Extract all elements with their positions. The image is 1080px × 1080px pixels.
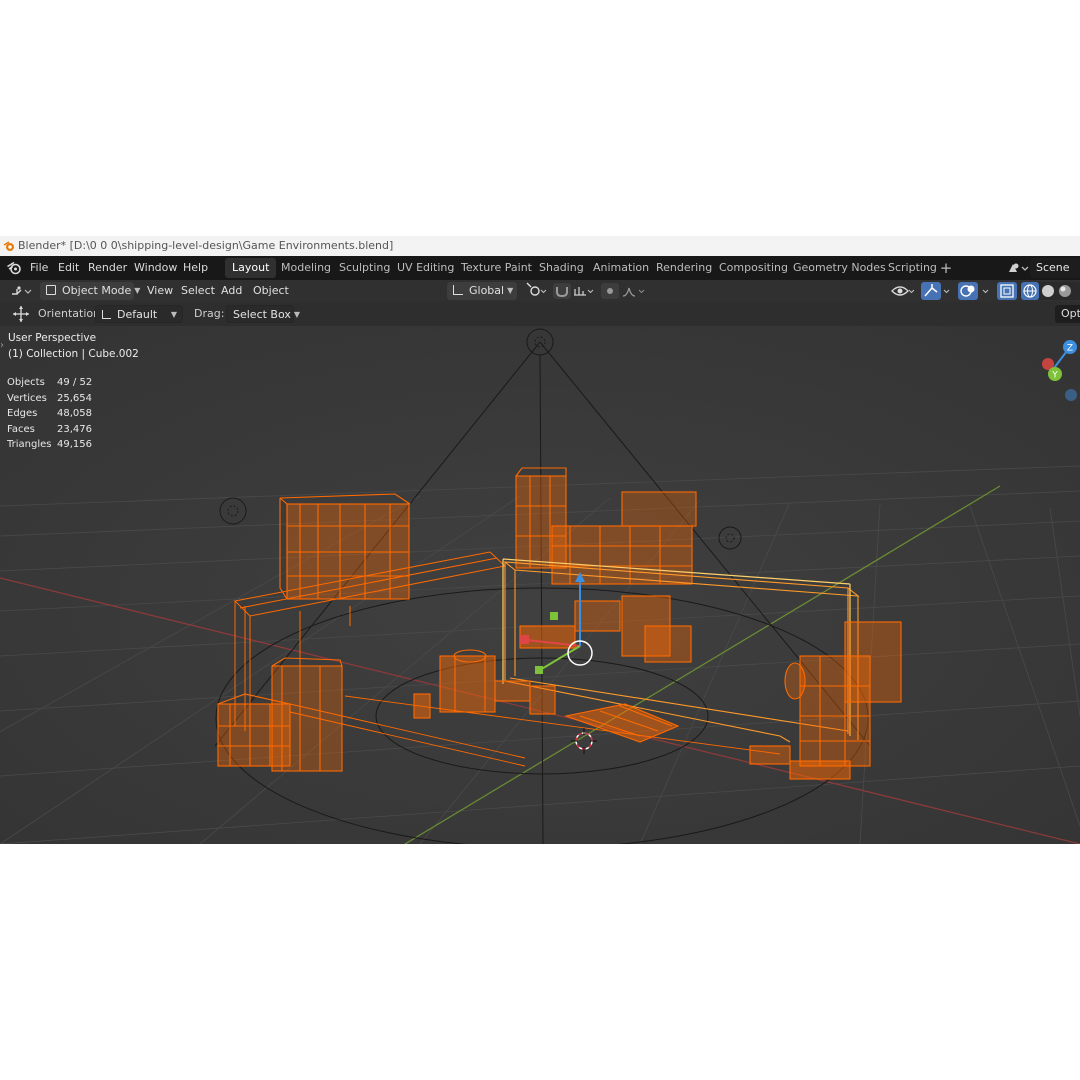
stat-faces: Faces 23,476 <box>7 423 92 435</box>
tab-uv-editing[interactable]: UV Editing <box>390 258 461 278</box>
tab-shading[interactable]: Shading <box>532 258 591 278</box>
top-bar: File Edit Render Window Help Layout Mode… <box>0 256 1080 280</box>
tab-layout[interactable]: Layout <box>225 258 277 278</box>
menu-view[interactable]: View <box>147 282 173 300</box>
orientation-label: Orientation: <box>38 307 104 320</box>
snapping-tools[interactable] <box>523 282 653 300</box>
chevron-down-icon: ▼ <box>507 286 514 295</box>
menu-select[interactable]: Select <box>181 282 215 300</box>
scene-name-field[interactable]: Scene <box>1030 258 1080 278</box>
orientation-label: Global <box>469 284 505 297</box>
material-preview-icon[interactable] <box>1059 285 1071 297</box>
stat-objects: Objects 49 / 52 <box>7 377 93 388</box>
orientation-default-icon <box>102 310 111 319</box>
visibility-eye-icon[interactable] <box>891 286 915 296</box>
tab-animation[interactable]: Animation <box>586 258 656 278</box>
chevron-down-icon: ▼ <box>293 310 301 319</box>
add-workspace-button[interactable]: + <box>938 258 954 278</box>
editor-type-icon <box>12 286 32 295</box>
pivot-icon[interactable] <box>526 282 547 296</box>
tab-sculpting[interactable]: Sculpting <box>332 258 397 278</box>
tab-geometry-nodes[interactable]: Geometry Nodes <box>786 258 893 278</box>
mode-label: Object Mode <box>62 284 132 297</box>
scene-icon[interactable] <box>1006 260 1030 276</box>
chevron-down-icon: ▼ <box>170 310 177 319</box>
proportional-editing-icon[interactable] <box>607 288 613 294</box>
snap-increment-icon[interactable] <box>574 287 594 296</box>
stat-vertices: Vertices 25,654 <box>7 392 92 404</box>
scene-canvas[interactable] <box>0 326 1080 844</box>
viewport-shading-controls[interactable] <box>888 282 1080 300</box>
menu-file[interactable]: File <box>30 256 48 280</box>
orientation-axes-icon <box>453 285 463 295</box>
drag-label: Drag: <box>194 307 225 320</box>
active-object-label: (1) Collection | Cube.002 <box>8 348 139 360</box>
transform-orientation-dropdown[interactable]: Global ▼ <box>447 282 517 300</box>
editor-type-button[interactable] <box>8 282 34 300</box>
tool-settings-bar: Orientation: Default ▼ Drag: Select Box ▼ … <box>0 302 1080 326</box>
toolbar-expand-icon[interactable]: › <box>0 340 4 351</box>
navigation-gizmo[interactable]: Z Y <box>1030 331 1080 406</box>
view-name: User Perspective <box>8 332 97 344</box>
viewport-header: Object Mode ▼ View Select Add Object Glob… <box>0 280 1080 302</box>
big-crate[interactable] <box>279 493 411 600</box>
stat-triangles: Triangles 49,156 <box>7 439 92 450</box>
orientation-value: Default <box>117 308 158 321</box>
drag-value: Select Box <box>233 308 291 321</box>
y-axis-label: Y <box>1051 371 1058 381</box>
tab-compositing[interactable]: Compositing <box>712 258 795 278</box>
z-axis-label: Z <box>1067 344 1073 354</box>
orientation-dropdown[interactable]: Default ▼ <box>95 305 183 323</box>
title-bar: Blender* [D:\0 0 0\shipping-level-design… <box>0 236 1080 256</box>
solid-shading-icon[interactable] <box>1042 285 1054 297</box>
object-mode-icon <box>46 285 56 295</box>
scene-statistics: Objects 49 / 52 Vertices 25,654 Edges 48,05… <box>7 375 92 453</box>
falloff-curve-icon[interactable] <box>622 287 645 297</box>
tab-scripting[interactable]: Scripting <box>881 258 944 278</box>
transform-tool-icon[interactable] <box>11 305 31 323</box>
chevron-down-icon: ▼ <box>134 286 141 295</box>
stat-edges: Edges 48,058 <box>7 408 92 419</box>
mode-dropdown[interactable]: Object Mode ▼ <box>40 282 140 300</box>
options-button[interactable]: Options <box>1055 305 1080 323</box>
blender-menu-icon[interactable] <box>6 260 22 276</box>
menu-render[interactable]: Render <box>88 256 127 280</box>
menu-add[interactable]: Add <box>221 282 242 300</box>
tab-texture-paint[interactable]: Texture Paint <box>454 258 539 278</box>
window-title: Blender* [D:\0 0 0\shipping-level-design… <box>18 239 394 252</box>
blender-window: Blender* [D:\0 0 0\shipping-level-design… <box>0 236 1080 844</box>
drag-dropdown[interactable]: Select Box ▼ <box>226 305 300 323</box>
menu-window[interactable]: Window <box>134 256 177 280</box>
menu-edit[interactable]: Edit <box>58 256 79 280</box>
negative-z-handle-icon[interactable] <box>1065 389 1077 401</box>
menu-help[interactable]: Help <box>183 256 208 280</box>
3d-viewport[interactable]: › User Perspective (1) Collection | Cube… <box>0 326 1080 844</box>
blender-logo-icon <box>3 241 14 251</box>
menu-object[interactable]: Object <box>253 282 289 300</box>
tab-modeling[interactable]: Modeling <box>274 258 338 278</box>
tab-rendering[interactable]: Rendering <box>649 258 719 278</box>
